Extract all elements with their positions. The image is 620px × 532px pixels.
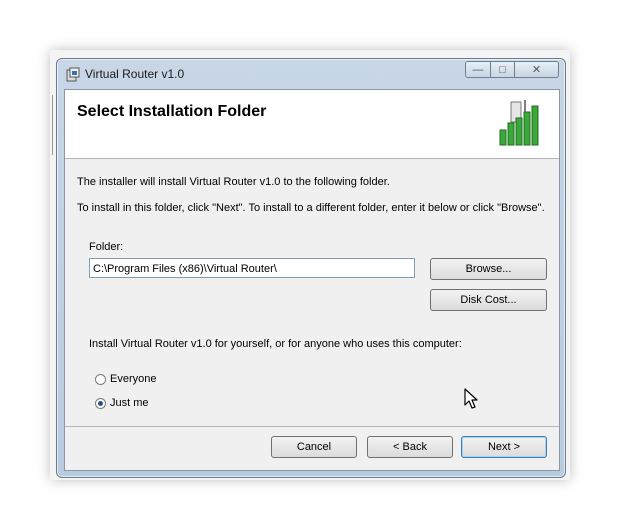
window-controls: — □ ✕ xyxy=(465,61,559,79)
window-title: Virtual Router v1.0 xyxy=(85,67,185,81)
next-button[interactable]: Next > xyxy=(461,436,547,458)
install-for-prompt: Install Virtual Router v1.0 for yourself… xyxy=(89,338,462,350)
dialog-client-area: Select Installation Folder The installer… xyxy=(64,89,560,471)
radio-label-everyone: Everyone xyxy=(110,373,157,385)
mouse-pointer-icon xyxy=(464,388,478,409)
background-edge xyxy=(52,95,55,155)
page-title: Select Installation Folder xyxy=(77,103,267,120)
radio-everyone[interactable]: Everyone xyxy=(95,373,156,385)
installer-window: Virtual Router v1.0 — □ ✕ Select Install… xyxy=(56,58,566,478)
minimize-icon: — xyxy=(472,63,484,76)
close-icon: ✕ xyxy=(531,64,542,76)
radio-button-just-me[interactable] xyxy=(95,397,106,409)
footer-divider xyxy=(65,426,559,427)
radio-label-just-me: Just me xyxy=(110,397,149,409)
cancel-button[interactable]: Cancel xyxy=(271,436,357,458)
signal-bars-logo xyxy=(499,100,539,146)
browse-button[interactable]: Browse... xyxy=(430,258,547,280)
close-button[interactable]: ✕ xyxy=(515,61,559,78)
install-description: The installer will install Virtual Route… xyxy=(77,176,390,188)
back-button[interactable]: < Back xyxy=(367,436,453,458)
maximize-button[interactable]: □ xyxy=(491,61,515,78)
radio-button-everyone[interactable] xyxy=(95,373,106,385)
folder-label: Folder: xyxy=(89,241,124,253)
folder-path-input[interactable]: C:\Program Files (x86)\Virtual Router\ xyxy=(89,258,415,278)
header-banner: Select Installation Folder xyxy=(65,90,559,159)
maximize-icon: □ xyxy=(499,63,506,76)
disk-cost-button[interactable]: Disk Cost... xyxy=(430,289,547,311)
minimize-button[interactable]: — xyxy=(465,61,491,78)
radio-just-me[interactable]: Just me xyxy=(95,397,149,409)
install-instructions: To install in this folder, click "Next".… xyxy=(77,202,545,214)
installer-icon xyxy=(66,67,80,82)
title-bar[interactable]: Virtual Router v1.0 — □ ✕ xyxy=(57,59,565,89)
